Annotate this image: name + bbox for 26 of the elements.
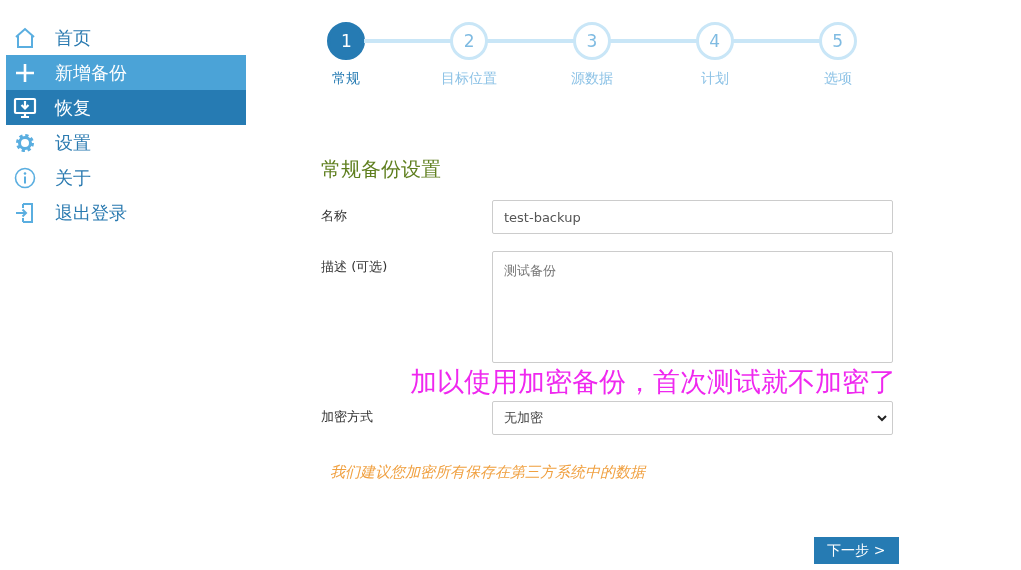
sidebar-item[interactable]: 首页 xyxy=(6,20,246,55)
info-icon xyxy=(13,165,37,190)
step-label: 计划 xyxy=(700,70,729,88)
step-label: 选项 xyxy=(823,70,852,88)
sidebar-item[interactable]: 关于 xyxy=(6,160,246,195)
field-label: 名称 xyxy=(321,207,348,225)
sidebar-item[interactable]: 退出登录 xyxy=(6,195,246,230)
section-title: 常规备份设置 xyxy=(321,156,442,183)
recommendation-text: 我们建议您加密所有保存在第三方系统中的数据 xyxy=(330,463,648,482)
annotation-text: 加以使用加密备份，首次测试就不加密了 xyxy=(410,365,897,399)
sidebar-item[interactable]: 设置 xyxy=(6,125,246,160)
field-label: 加密方式 xyxy=(321,408,374,426)
step-label: 常规 xyxy=(332,70,361,88)
home-icon xyxy=(13,25,37,50)
field-label: 描述 (可选) xyxy=(321,258,389,276)
next-button[interactable]: 下一步 > xyxy=(814,537,899,564)
chevron-down-icon xyxy=(876,412,888,424)
step-label: 目标位置 xyxy=(441,70,498,88)
monitor-icon xyxy=(13,95,37,120)
description-input[interactable]: 测试备份 xyxy=(492,251,893,363)
name-input[interactable]: test-backup xyxy=(492,200,893,234)
encryption-select[interactable]: 无加密 xyxy=(492,401,893,435)
step-label: 源数据 xyxy=(571,70,613,88)
sidebar-item[interactable]: 恢复 xyxy=(6,90,246,125)
sidebar-item[interactable]: 新增备份 xyxy=(6,55,246,90)
step-number[interactable]: 1 xyxy=(327,22,366,60)
